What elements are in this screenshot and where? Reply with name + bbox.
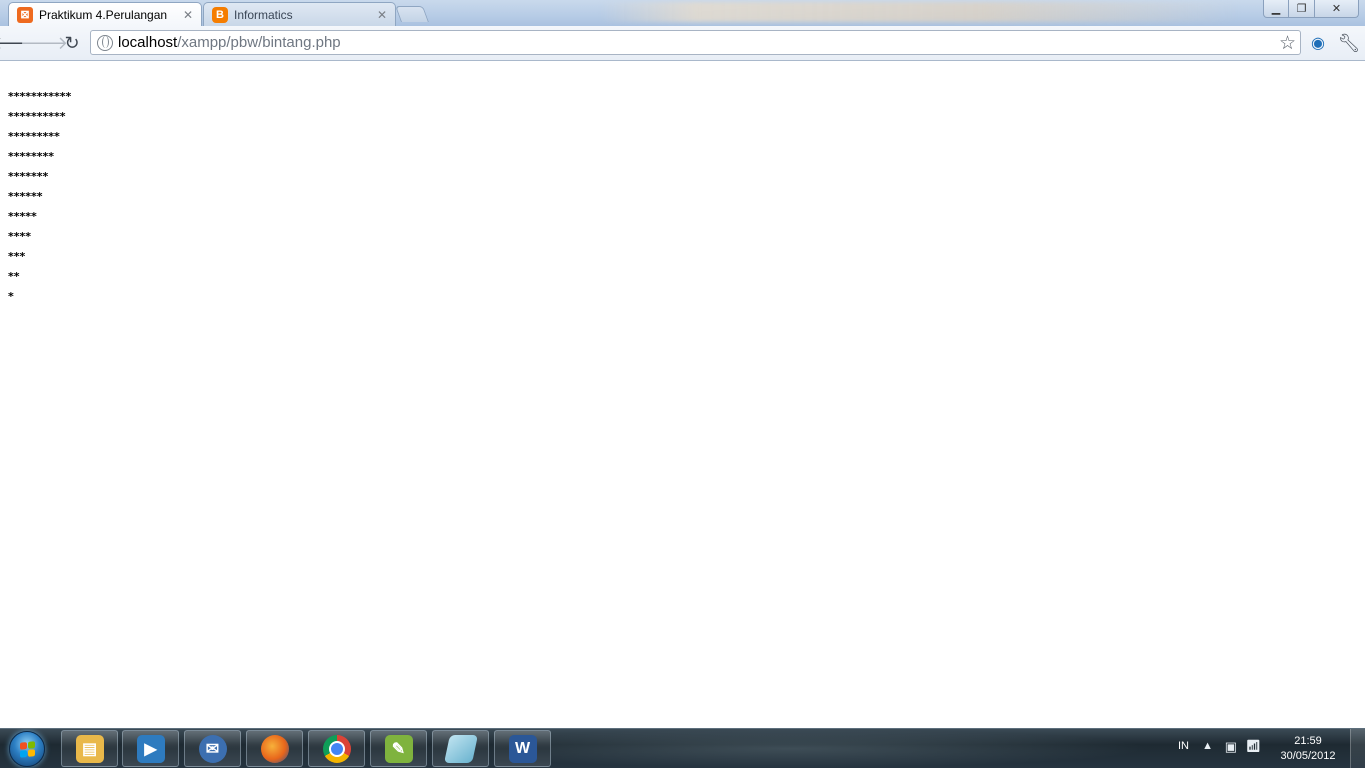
window-controls: ▁ ❐ ✕ (1263, 0, 1359, 20)
star-row: ******** (8, 150, 55, 163)
taskbar-generic-app[interactable] (432, 730, 489, 767)
forward-button[interactable]: 🡒 (20, 31, 68, 55)
action-center-icon[interactable]: ▣ (1225, 739, 1237, 755)
start-button[interactable] (4, 730, 50, 768)
restore-button[interactable]: ❐ (1289, 0, 1315, 18)
close-tab-icon[interactable]: ✕ (375, 8, 389, 22)
star-row: ******* (8, 170, 49, 183)
show-hidden-icons-icon[interactable]: ▲ (1202, 740, 1213, 752)
url-host: localhost (118, 34, 178, 51)
wrench-icon[interactable]: 🔧︎ (1338, 32, 1361, 54)
taskbar-firefox[interactable] (246, 730, 303, 767)
clock[interactable]: 21:59 30/05/2012 (1273, 734, 1343, 764)
close-icon: ✕ (1331, 3, 1342, 15)
tab-informatics[interactable]: B Informatics ✕ (203, 2, 396, 26)
star-row: ****** (8, 190, 43, 203)
restore-icon: ❐ (1296, 3, 1307, 15)
notepad-plus-plus-icon: ✎ (384, 734, 413, 763)
taskbar-chrome[interactable] (308, 730, 365, 767)
taskbar-explorer[interactable]: ▤ (61, 730, 118, 767)
star-row: ********* (8, 130, 60, 143)
tab-strip: ⊠ Praktikum 4.Perulangan ✕ B Informatics… (0, 0, 1365, 26)
star-row: *** (8, 250, 26, 263)
firefox-icon (260, 734, 289, 763)
system-tray: IN ▲ ▣ 📶︎ 21:59 30/05/2012 (1165, 729, 1365, 768)
taskbar-word[interactable]: W (494, 730, 551, 767)
reload-button[interactable]: ↻ (60, 31, 84, 55)
media-player-icon: ▶ (136, 734, 165, 763)
clock-time: 21:59 (1294, 735, 1322, 747)
taskbar-media-player[interactable]: ▶ (122, 730, 179, 767)
minimize-button[interactable]: ▁ (1263, 0, 1289, 18)
blogger-icon: B (212, 6, 228, 23)
generic-app-icon (443, 734, 478, 763)
taskbar-texture (550, 729, 1150, 768)
browser-toolbar: 🡐 🡒 ↻ localhost/xampp/pbw/bintang.php ☆ … (0, 26, 1365, 61)
tab-title: Informatics (234, 7, 293, 22)
tab-praktikum[interactable]: ⊠ Praktikum 4.Perulangan ✕ (8, 2, 202, 26)
new-tab-button[interactable] (395, 6, 429, 22)
browser-window: ⊠ Praktikum 4.Perulangan ✕ B Informatics… (0, 0, 1365, 728)
clock-date: 30/05/2012 (1280, 750, 1336, 762)
reload-icon: ↻ (64, 32, 80, 53)
tab-title: Praktikum 4.Perulangan (39, 7, 168, 22)
star-row: **** (8, 230, 32, 243)
xampp-icon: ⊠ (17, 6, 33, 23)
star-row: ***** (8, 210, 37, 223)
thunderbird-icon: ✉ (198, 734, 227, 763)
globe-icon (97, 34, 113, 51)
taskbar-thunderbird[interactable]: ✉ (184, 730, 241, 767)
minimize-icon: ▁ (1271, 3, 1281, 15)
close-tab-icon[interactable]: ✕ (181, 8, 195, 22)
star-row: ** (8, 270, 20, 283)
show-desktop-button[interactable] (1350, 729, 1365, 768)
star-row: * (8, 290, 14, 303)
address-bar[interactable]: localhost/xampp/pbw/bintang.php ☆ (90, 30, 1301, 55)
star-row: ********** (8, 110, 66, 123)
taskbar-notepad-plus-plus[interactable]: ✎ (370, 730, 427, 767)
background-blur (600, 2, 1240, 22)
extension-icon[interactable]: ◉ (1307, 32, 1329, 54)
star-row: *********** (8, 90, 72, 103)
windows-explorer-icon: ▤ (75, 734, 104, 763)
taskbar: ▤ ▶ ✉ ✎ W IN ▲ ▣ 📶︎ 21:59 30/05/2012 (0, 728, 1365, 768)
bookmark-star-icon[interactable]: ☆ (1279, 32, 1296, 55)
windows-logo-icon (9, 731, 45, 767)
word-icon: W (508, 734, 537, 763)
network-signal-icon[interactable]: 📶︎ (1246, 739, 1261, 753)
language-indicator[interactable]: IN (1178, 740, 1189, 752)
chrome-icon (322, 734, 351, 763)
close-window-button[interactable]: ✕ (1315, 0, 1359, 18)
url-path: /xampp/pbw/bintang.php (177, 34, 341, 51)
page-content: *********** ********** ********* *******… (0, 61, 1365, 728)
